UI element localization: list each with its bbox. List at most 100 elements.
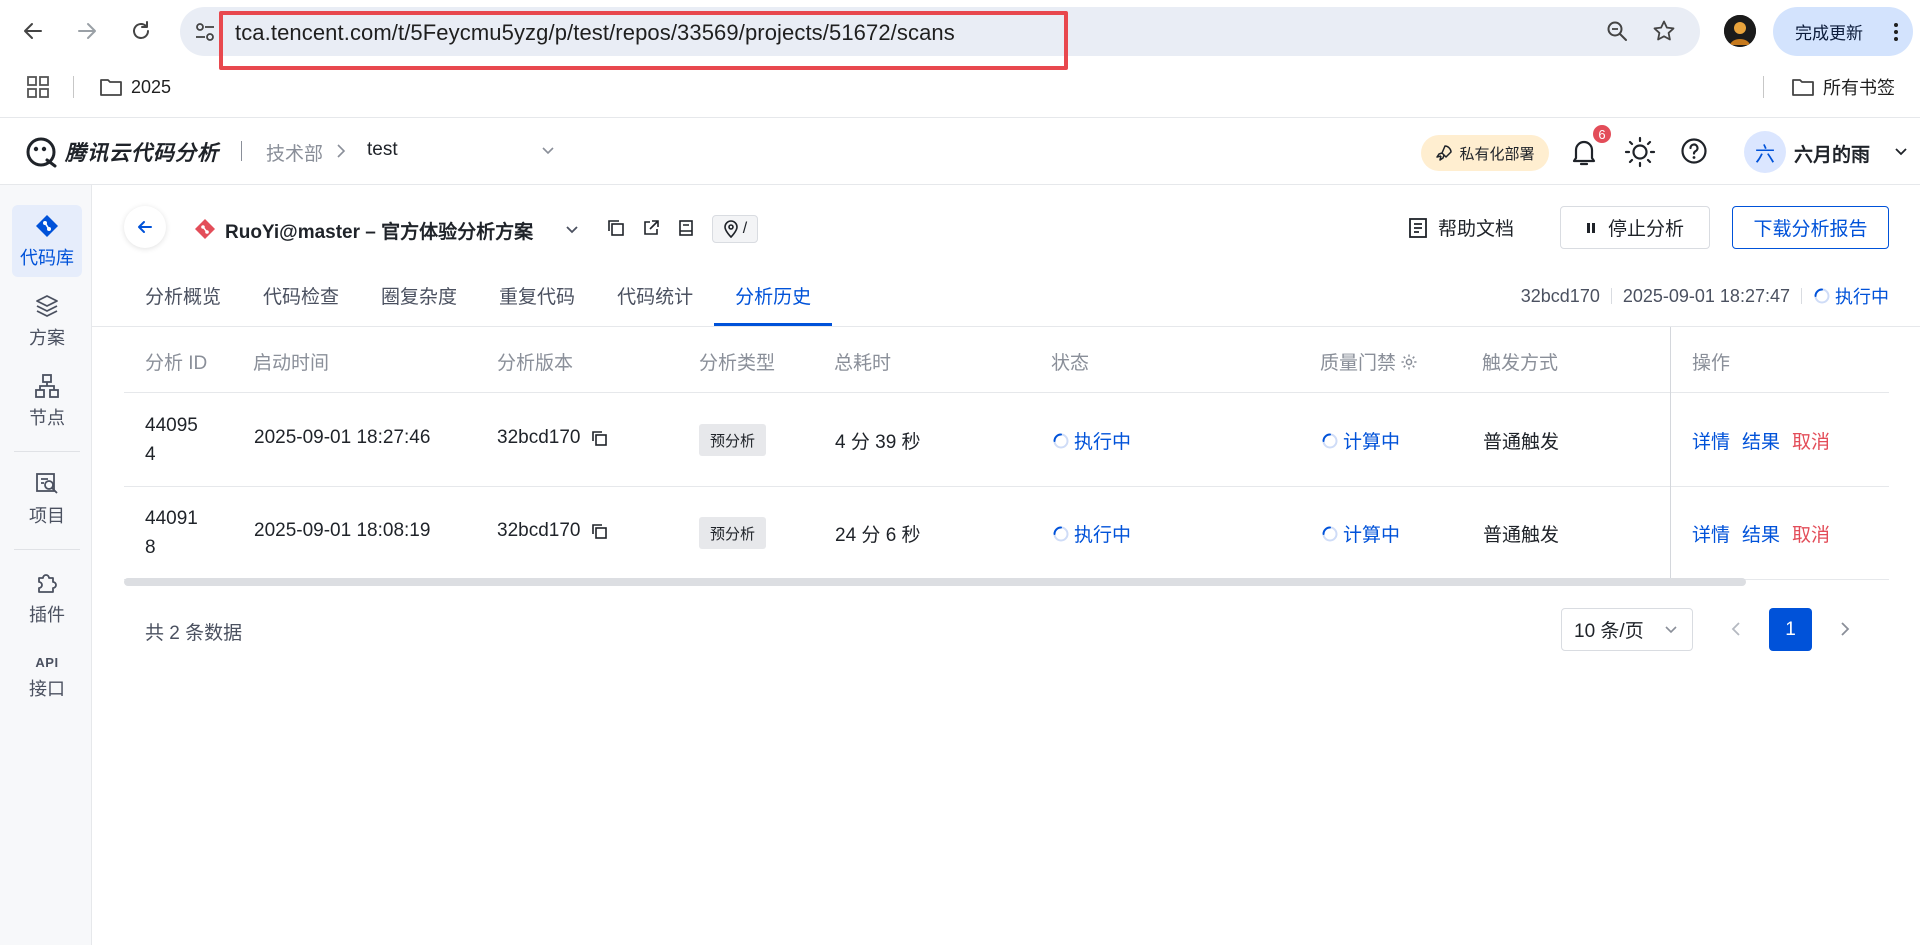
sidebar-item-nodes[interactable]: 节点	[12, 365, 82, 437]
loading-icon	[1322, 433, 1338, 448]
col-duration: 总耗时	[834, 353, 892, 374]
sidebar-item-api[interactable]: API 接口	[12, 642, 82, 714]
breadcrumb-team[interactable]: test	[367, 139, 398, 161]
sidebar-item-code-repo[interactable]: 代码库	[12, 205, 82, 277]
user-avatar[interactable]: 六	[1744, 131, 1786, 173]
git-repo-icon	[194, 218, 216, 240]
tab-complexity[interactable]: 圈复杂度	[360, 270, 478, 326]
project-icon	[36, 472, 58, 494]
sidebar-item-plan[interactable]: 方案	[12, 285, 82, 357]
folder-icon	[100, 79, 122, 96]
col-id: 分析 ID	[145, 353, 208, 374]
copy-icon[interactable]	[590, 522, 608, 540]
puzzle-icon	[38, 573, 57, 593]
next-page-icon[interactable]	[1836, 619, 1854, 639]
browser-profile-avatar[interactable]	[1724, 15, 1756, 47]
result-link[interactable]: 结果	[1742, 432, 1780, 453]
scan-id: 440918	[145, 508, 198, 558]
details-link[interactable]: 详情	[1692, 525, 1730, 546]
document-icon	[1409, 217, 1427, 238]
sidebar-item-label: 代码库	[20, 247, 74, 268]
horizontal-scrollbar[interactable]	[124, 578, 1746, 586]
col-actions: 操作	[1692, 353, 1731, 374]
gear-icon	[1401, 354, 1417, 369]
cancel-link[interactable]: 取消	[1792, 432, 1830, 453]
download-report-button[interactable]: 下载分析报告	[1732, 206, 1889, 249]
project-dropdown-icon[interactable]	[563, 220, 581, 238]
apps-grid-icon[interactable]	[27, 76, 49, 98]
bookmark-star-icon[interactable]	[1652, 19, 1678, 45]
help-doc-link[interactable]: 帮助文档	[1408, 214, 1514, 241]
stop-label: 停止分析	[1607, 219, 1684, 240]
col-status: 状态	[1051, 353, 1090, 374]
scan-status[interactable]: 执行中	[1813, 283, 1889, 309]
user-menu-chevron-icon[interactable]	[1894, 145, 1908, 159]
back-nav-icon[interactable]	[14, 12, 52, 50]
result-link[interactable]: 结果	[1742, 525, 1780, 546]
trigger: 普通触发	[1483, 525, 1560, 546]
url-text[interactable]: tca.tencent.com/t/5Feycmu5yzg/p/test/rep…	[235, 20, 955, 46]
status-cell[interactable]: 执行中	[1052, 427, 1131, 454]
scan-id: 440954	[145, 415, 198, 465]
page-size-select[interactable]: 10 条/页	[1561, 608, 1693, 651]
site-settings-icon[interactable]	[194, 21, 216, 43]
cancel-link[interactable]: 取消	[1792, 525, 1830, 546]
start-time: 2025-09-01 18:27:46	[254, 427, 431, 448]
quality-gate-cell[interactable]: 计算中	[1321, 520, 1400, 547]
back-button[interactable]	[124, 206, 166, 248]
user-name[interactable]: 六月的雨	[1794, 140, 1870, 167]
trigger: 普通触发	[1483, 432, 1560, 453]
bookmark-folder-2025[interactable]: 2025	[99, 74, 171, 100]
tab-code-check[interactable]: 代码检查	[242, 270, 360, 326]
book-icon[interactable]	[677, 219, 695, 237]
layers-icon	[36, 294, 58, 317]
tab-duplicate[interactable]: 重复代码	[478, 270, 596, 326]
team-dropdown-icon[interactable]	[540, 142, 556, 158]
bookmark-separator	[1763, 76, 1764, 98]
sidebar-item-label: 项目	[29, 505, 65, 526]
theme-toggle-icon[interactable]	[1624, 136, 1656, 168]
zoom-icon[interactable]	[1605, 19, 1631, 45]
address-bar[interactable]: tca.tencent.com/t/5Feycmu5yzg/p/test/rep…	[180, 7, 1700, 56]
api-icon: API	[35, 655, 59, 670]
help-circle-icon[interactable]	[1680, 137, 1708, 165]
folder-icon	[1792, 79, 1814, 96]
copy-icon[interactable]	[607, 219, 625, 237]
external-link-icon[interactable]	[642, 219, 660, 237]
details-link[interactable]: 详情	[1692, 432, 1730, 453]
quality-gate-label: 计算中	[1343, 432, 1401, 453]
private-deploy-button[interactable]: 私有化部署	[1421, 135, 1549, 171]
quality-gate-cell[interactable]: 计算中	[1321, 427, 1400, 454]
sidebar-item-project[interactable]: 项目	[12, 463, 82, 535]
sidebar-item-plugin[interactable]: 插件	[12, 562, 82, 634]
version-text: 32bcd170	[497, 520, 581, 541]
path-chip[interactable]: /	[712, 215, 758, 243]
forward-nav-icon[interactable]	[68, 12, 106, 50]
path-text: /	[742, 220, 748, 237]
breadcrumb-org[interactable]: 技术部	[266, 139, 323, 166]
header-divider	[241, 141, 242, 161]
location-pin-icon	[723, 220, 738, 238]
scan-time: 2025-09-01 18:27:47	[1622, 285, 1790, 306]
app-logo[interactable]: 腾讯云代码分析	[25, 136, 219, 168]
meta-separator	[1610, 288, 1612, 304]
bookmark-separator	[73, 76, 74, 98]
copy-icon[interactable]	[590, 429, 608, 447]
code-repo-icon	[36, 214, 58, 237]
status-cell[interactable]: 执行中	[1052, 520, 1131, 547]
tab-history[interactable]: 分析历史	[714, 270, 833, 326]
browser-update-button[interactable]: 完成更新	[1773, 7, 1913, 56]
page-number-current[interactable]: 1	[1769, 608, 1812, 651]
tab-overview[interactable]: 分析概览	[124, 270, 242, 326]
reload-icon[interactable]	[122, 12, 160, 50]
chevron-right-icon	[336, 144, 346, 158]
more-menu-icon[interactable]	[1893, 21, 1899, 43]
stop-analysis-button[interactable]: 停止分析	[1560, 206, 1710, 249]
col-start-time: 启动时间	[253, 353, 330, 374]
all-bookmarks[interactable]: 所有书签	[1791, 74, 1895, 100]
sidebar-item-label: 接口	[29, 679, 65, 699]
loading-icon	[1322, 526, 1338, 541]
tab-statistics[interactable]: 代码统计	[596, 270, 714, 326]
prev-page-icon[interactable]	[1727, 619, 1745, 639]
sidebar-item-label: 方案	[29, 327, 65, 348]
